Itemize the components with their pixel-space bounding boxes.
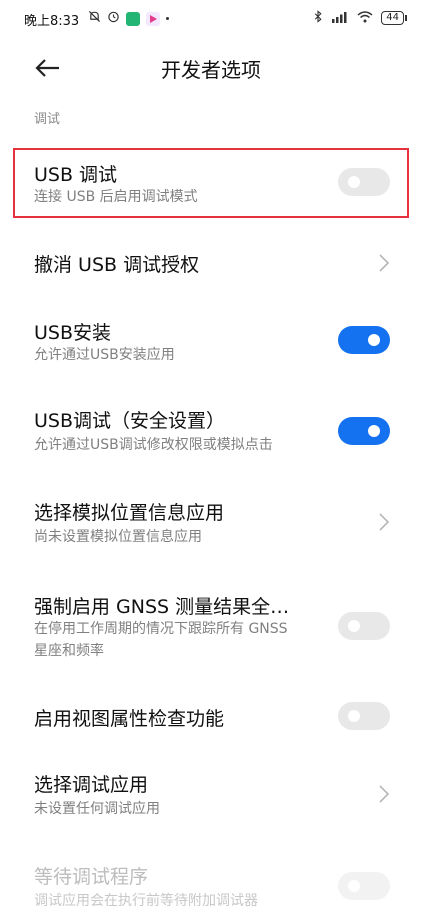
signal-icon [331, 11, 349, 26]
setting-title: 撤消 USB 调试授权 [34, 254, 200, 276]
setting-title: 等待调试程序 [34, 866, 149, 888]
chevron-right-icon [379, 513, 390, 531]
usb-debugging-security-toggle[interactable] [338, 417, 390, 445]
wait-for-debugger-toggle [338, 872, 390, 900]
setting-wait-for-debugger: 等待调试程序 调试应用会在执行前等待附加调试器 [0, 856, 422, 914]
setting-title: 启用视图属性检查功能 [34, 708, 225, 730]
status-bar: 晚上8:33 44 [0, 0, 422, 40]
section-label: 调试 [34, 112, 61, 127]
toggle-knob [348, 710, 360, 722]
view-attribute-toggle[interactable] [338, 702, 390, 730]
status-system-icons: 44 [313, 10, 407, 26]
setting-subtitle: 未设置任何调试应用 [34, 801, 160, 817]
setting-usb-install[interactable]: USB安装 允许通过USB安装应用 [0, 310, 422, 370]
setting-title: 选择模拟位置信息应用 [34, 502, 225, 524]
setting-title: 强制启用 GNSS 测量结果全… [34, 596, 290, 618]
setting-subtitle: 允许通过USB调试修改权限或模拟点击 [34, 437, 273, 453]
setting-subtitle: 尚未设置模拟位置信息应用 [34, 529, 202, 545]
mute-icon [88, 10, 101, 27]
toggle-knob [348, 620, 360, 632]
status-notification-icons [88, 10, 169, 27]
wifi-icon [357, 10, 373, 26]
setting-title: USB安装 [34, 322, 112, 344]
setting-select-debug-app[interactable]: 选择调试应用 未设置任何调试应用 [0, 764, 422, 824]
highlight-box [13, 148, 409, 218]
setting-revoke-usb-auth[interactable]: 撤消 USB 调试授权 [0, 240, 422, 284]
setting-subtitle: 调试应用会在执行前等待附加调试器 [34, 893, 258, 909]
security-app-icon [126, 11, 140, 26]
force-gnss-toggle[interactable] [338, 612, 390, 640]
battery-icon: 44 [381, 11, 407, 25]
toggle-knob [368, 334, 380, 346]
toggle-knob [348, 880, 360, 892]
setting-title: 选择调试应用 [34, 774, 149, 796]
video-app-icon [146, 11, 160, 26]
screen: 晚上8:33 44 开发者选项 调试 USB 调试 连接 USB 后启用调试模式… [0, 0, 422, 914]
setting-force-gnss[interactable]: 强制启用 GNSS 测量结果全… 在停用工作周期的情况下跟踪所有 GNSS 星座… [0, 586, 422, 666]
page-title: 开发者选项 [161, 58, 261, 82]
header: 开发者选项 [0, 48, 422, 88]
chevron-right-icon [379, 785, 390, 803]
setting-mock-location-app[interactable]: 选择模拟位置信息应用 尚未设置模拟位置信息应用 [0, 492, 422, 552]
status-time: 晚上8:33 [24, 14, 80, 29]
setting-subtitle: 允许通过USB安装应用 [34, 347, 175, 363]
setting-subtitle: 在停用工作周期的情况下跟踪所有 GNSS 星座和频率 [34, 621, 288, 659]
usb-install-toggle[interactable] [338, 326, 390, 354]
setting-title: USB调试（安全设置） [34, 410, 226, 432]
more-notifications-dot-icon [166, 17, 169, 20]
toggle-knob [368, 425, 380, 437]
alarm-icon [107, 10, 120, 27]
chevron-right-icon [379, 254, 390, 272]
setting-usb-debugging-security[interactable]: USB调试（安全设置） 允许通过USB调试修改权限或模拟点击 [0, 400, 422, 460]
setting-view-attribute-inspection[interactable]: 启用视图属性检查功能 [0, 696, 422, 740]
bluetooth-icon [313, 10, 323, 26]
